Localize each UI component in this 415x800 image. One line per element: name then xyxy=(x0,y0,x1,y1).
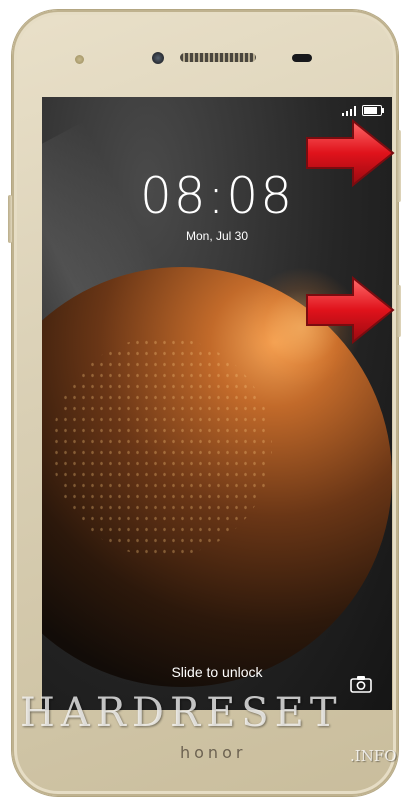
camera-icon[interactable] xyxy=(350,675,372,693)
clock-date: Mon, Jul 30 xyxy=(185,229,249,243)
slide-to-unlock-hint[interactable]: Slide to unlock xyxy=(42,664,392,680)
watermark-text: HARDRESET xyxy=(20,690,343,736)
flash-dot xyxy=(75,55,84,64)
battery-level xyxy=(364,107,377,114)
signal-icon xyxy=(342,105,356,116)
earpiece-speaker xyxy=(180,53,256,62)
power-button[interactable] xyxy=(396,285,401,337)
wallpaper-city-lights xyxy=(52,337,272,557)
lock-screen[interactable]: 08:08 Mon, Jul 30 Slide to unlock xyxy=(42,97,392,710)
proximity-sensor xyxy=(292,54,312,62)
arrow-right-icon xyxy=(306,118,395,188)
status-bar xyxy=(342,105,384,116)
sim-tray xyxy=(8,195,12,243)
battery-icon xyxy=(362,105,384,116)
volume-button[interactable] xyxy=(396,130,401,202)
brand-logo: honor xyxy=(180,743,247,762)
front-camera xyxy=(152,52,164,64)
watermark-subtext: .INFO xyxy=(350,747,397,765)
arrow-right-icon xyxy=(306,275,395,345)
